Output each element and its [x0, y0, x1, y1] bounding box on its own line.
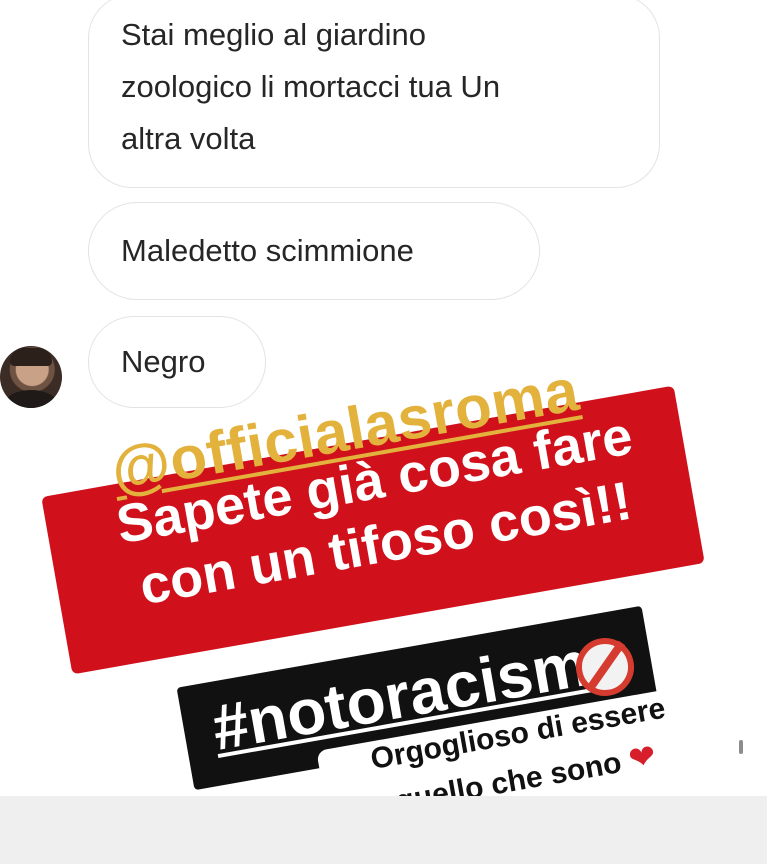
message-bubble-1[interactable]: Stai meglio al giardino zoologico li mor…	[88, 0, 660, 188]
message-input-bar[interactable]	[0, 796, 767, 864]
sender-avatar[interactable]	[0, 346, 62, 408]
avatar-shirt	[4, 390, 58, 408]
message-text: Maledetto scimmione	[121, 233, 414, 268]
message-line: altra volta	[121, 121, 256, 156]
message-line: zoologico li mortacci tua Un	[121, 69, 501, 104]
message-text: Negro	[121, 344, 206, 379]
scroll-indicator	[739, 740, 743, 754]
avatar-hair	[10, 348, 52, 366]
message-line: Stai meglio al giardino	[121, 17, 427, 52]
message-bubble-2[interactable]: Maledetto scimmione	[88, 202, 540, 300]
message-bubble-3[interactable]: Negro	[88, 316, 266, 408]
heart-icon: ❤	[625, 737, 659, 778]
